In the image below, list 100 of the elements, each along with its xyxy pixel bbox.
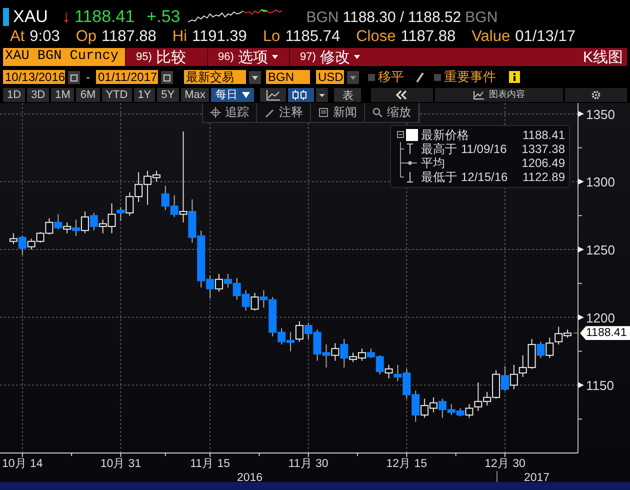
candle	[384, 364, 393, 379]
settings-button[interactable]	[565, 88, 627, 102]
legend-value: 1206.49	[522, 156, 565, 170]
chart-contents-button[interactable]: 图表内容	[435, 88, 563, 102]
end-date-field[interactable]: 01/11/2017	[96, 70, 158, 84]
stat-label: Op	[76, 28, 97, 46]
stat-value: 1185.74	[285, 28, 340, 46]
y-tick-label: 1350	[586, 106, 615, 122]
candle	[250, 292, 259, 312]
year-label: 2017	[524, 472, 550, 484]
legend-date: 12/15/16	[461, 170, 508, 184]
candle	[518, 354, 527, 378]
average-marker-icon	[397, 156, 419, 170]
stat-value: 1191.39	[192, 28, 247, 46]
ticker: XAU	[13, 7, 48, 27]
security-marker	[3, 8, 9, 26]
candle	[510, 364, 518, 390]
currency-dropdown[interactable]: USD	[316, 70, 344, 84]
candlestick-icon[interactable]	[288, 88, 314, 102]
x-tick-label: 12月 30	[484, 458, 526, 470]
bid-price: 1188.30	[342, 8, 396, 26]
legend-value: 1337.38	[522, 142, 565, 156]
pen-icon[interactable]	[415, 71, 425, 83]
option-label: 移平	[378, 68, 404, 86]
period-button[interactable]: 5Y	[157, 88, 179, 102]
candle	[90, 212, 98, 232]
chart-tool-button[interactable]: 注释	[257, 103, 311, 122]
candle	[242, 290, 250, 312]
dropdown-icon[interactable]	[347, 70, 359, 84]
price-change: +.53	[146, 7, 180, 27]
legend-value: 1188.41	[522, 128, 565, 142]
calendar-icon[interactable]	[68, 70, 80, 84]
x-tick-label: 10月 14	[2, 458, 43, 470]
start-date-field[interactable]: 10/13/2016	[3, 70, 65, 84]
dropdown-icon[interactable]	[249, 70, 261, 84]
legend-label: 最低于	[421, 168, 457, 186]
line-chart-icon[interactable]	[260, 88, 286, 102]
stat-value: 1187.88	[102, 28, 156, 46]
table-button[interactable]: 表	[334, 88, 362, 102]
chart-tool-button[interactable]: 新闻	[311, 103, 365, 122]
caret-icon	[272, 55, 278, 59]
legend-value: 1122.89	[522, 170, 565, 184]
stat-label: Close	[356, 28, 396, 46]
info-icon[interactable]	[509, 71, 520, 83]
dropdown-icon[interactable]	[316, 88, 328, 102]
y-tick-label: 1250	[586, 242, 615, 258]
period-button[interactable]: Max	[180, 88, 210, 102]
legend-date: 11/09/16	[461, 142, 507, 156]
calendar-icon[interactable]	[161, 70, 173, 84]
candle	[295, 320, 304, 342]
candle	[54, 214, 62, 230]
candle	[72, 219, 80, 236]
frequency-dropdown[interactable]: 每日	[211, 88, 254, 102]
legend-label: 平均	[421, 155, 445, 172]
candle	[134, 172, 143, 203]
candle	[500, 366, 509, 392]
stat-label: Hi	[172, 28, 188, 46]
collapse-icon[interactable]	[371, 88, 433, 102]
x-tick-label: 10月 31	[100, 458, 142, 470]
legend-label: 最新价格	[421, 126, 469, 142]
candle	[546, 337, 554, 359]
checkbox[interactable]	[434, 74, 441, 80]
stat-label: Lo	[262, 28, 280, 46]
pencil-icon	[264, 107, 275, 118]
chart-tool-button[interactable]: 追踪	[203, 103, 257, 122]
caret-icon	[354, 55, 360, 59]
period-button[interactable]: 1Y	[134, 88, 156, 102]
price-source: BGN	[465, 8, 498, 26]
stat-value: 1187.88	[400, 28, 456, 46]
option-label: 重要事件	[444, 68, 496, 86]
price-tag: 1188.41	[580, 326, 630, 340]
candle	[80, 211, 89, 234]
chart-tool-button[interactable]: 缩放	[365, 103, 419, 122]
source-field[interactable]: BGN	[266, 70, 310, 84]
security-field[interactable]: XAU BGN Curncy	[3, 48, 125, 66]
candle	[161, 185, 170, 211]
period-button[interactable]: 1D	[3, 88, 26, 102]
candle	[63, 222, 72, 234]
date-dash: -	[86, 70, 90, 84]
market-dropdown[interactable]: 最新交易	[184, 70, 246, 84]
period-button[interactable]: 1M	[51, 88, 74, 102]
x-tick-label: 11月 15	[190, 458, 230, 470]
down-arrow: ↓	[62, 7, 70, 27]
period-button[interactable]: YTD	[102, 88, 132, 102]
crosshair-icon	[210, 107, 221, 118]
stat-label: Value	[472, 28, 510, 46]
stat-value: 9:03	[30, 28, 60, 46]
y-tick-label: 1200	[586, 310, 615, 326]
ask-price: 1188.52	[408, 8, 462, 26]
period-button[interactable]: 6M	[76, 88, 100, 102]
settings-icon	[591, 90, 601, 100]
year-label: 2016	[237, 472, 263, 484]
chart-icon	[473, 90, 485, 100]
period-button[interactable]: 3D	[27, 88, 50, 102]
candle	[322, 344, 330, 368]
document-icon	[318, 107, 329, 118]
separator: /	[400, 8, 404, 26]
search-icon	[372, 107, 383, 118]
checkbox[interactable]	[368, 74, 375, 80]
x-tick-label: 12月 15	[386, 458, 428, 470]
